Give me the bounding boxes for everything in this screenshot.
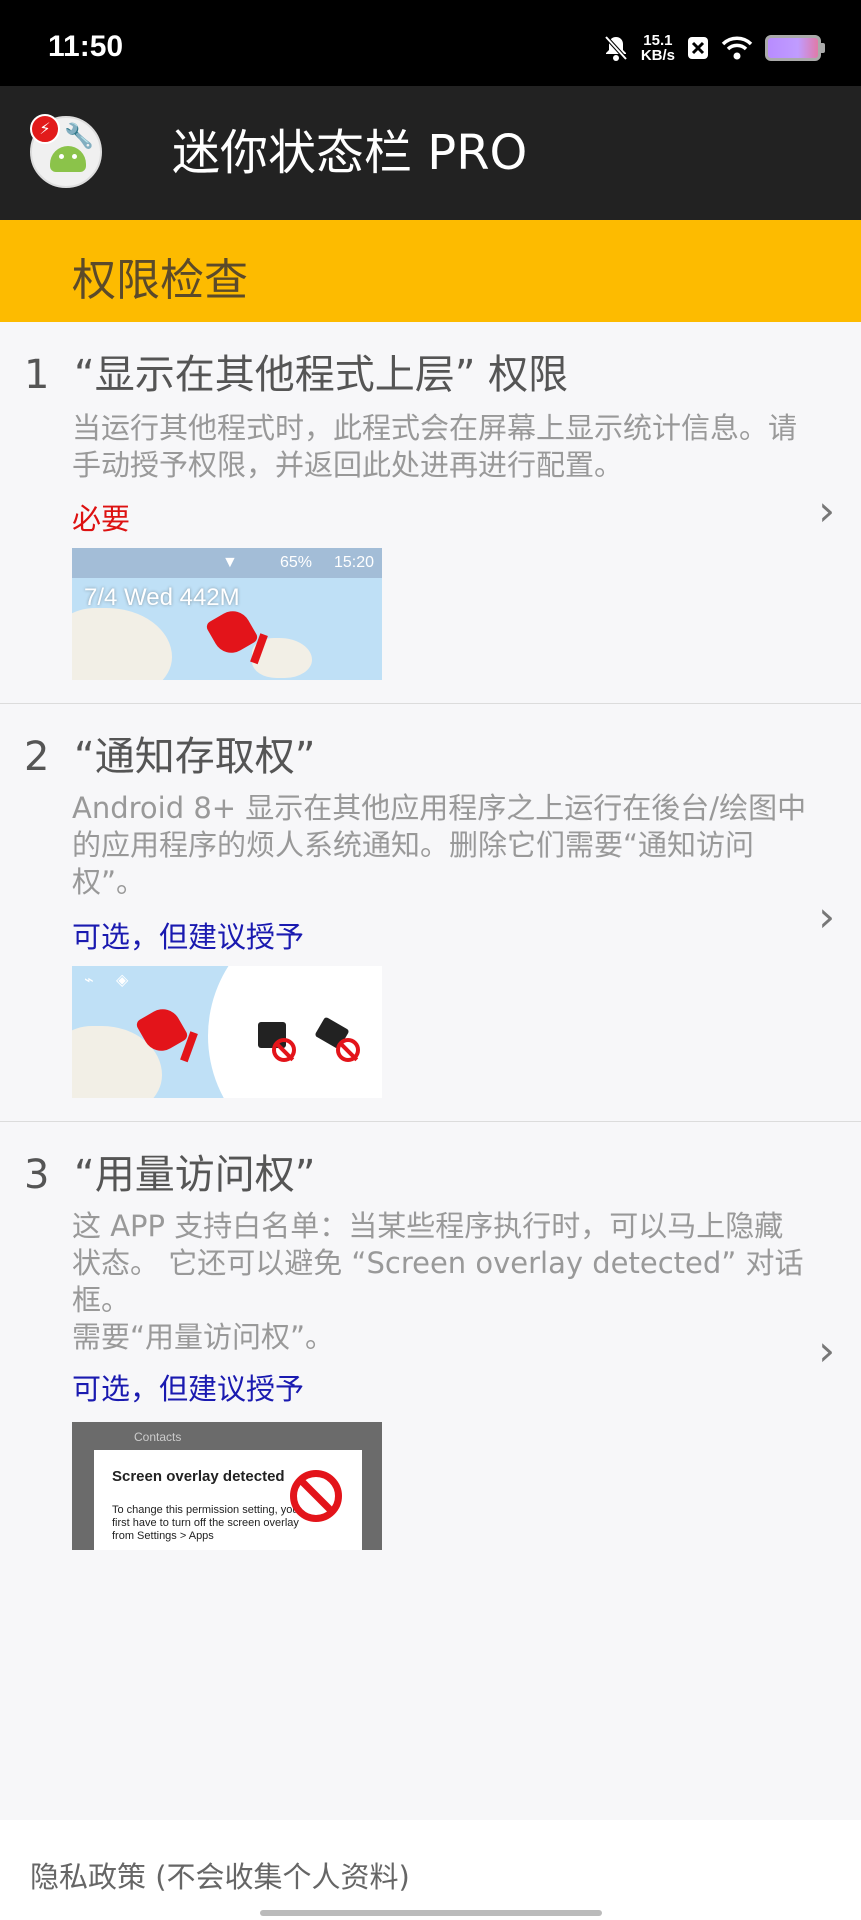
permission-number: 1 bbox=[24, 352, 50, 398]
preview-status-bar: ▼ 65% 15:20 bbox=[72, 548, 382, 578]
preview-overlay-text: 7/4 Wed 442M bbox=[84, 584, 240, 611]
preview-dialog-title: Screen overlay detected bbox=[112, 1468, 285, 1485]
block-icon bbox=[336, 1038, 360, 1062]
permission-status: 可选，但建议授予 bbox=[72, 920, 305, 954]
app-bar: 🔧 ⚡ 迷你状态栏 PRO bbox=[0, 86, 861, 220]
preview-dialog-body: To change this permission setting, you f… bbox=[112, 1504, 299, 1542]
permission-title: 2 “通知存取权” bbox=[24, 724, 315, 782]
app-logo: 🔧 ⚡ bbox=[30, 114, 102, 188]
net-speed-value: 15.1 bbox=[643, 32, 673, 49]
home-indicator[interactable] bbox=[260, 1910, 602, 1916]
status-time: 11:50 bbox=[48, 30, 124, 63]
screen-overlay-preview-image: Contacts Screen overlay detected To chan… bbox=[72, 1422, 382, 1550]
preview-circle bbox=[208, 966, 382, 1098]
permission-description: Android 8+ 显示在其他应用程序之上运行在後台/绘图中的应用程序的烦人系… bbox=[72, 791, 807, 899]
app-title: 迷你状态栏 PRO bbox=[172, 125, 528, 181]
overlay-preview-image: ▼ 65% 15:20 7/4 Wed 442M bbox=[72, 548, 382, 680]
preview-time-text: 15:20 bbox=[334, 554, 375, 571]
x-box-icon bbox=[688, 37, 708, 59]
footer: 隐私政策 (不会收集个人资料) bbox=[0, 1820, 861, 1920]
permission-status: 可选，但建议授予 bbox=[72, 1372, 305, 1406]
permission-title-text: “显示在其他程式上层” 权限 bbox=[74, 352, 569, 398]
preview-contacts-label: Contacts bbox=[134, 1430, 182, 1444]
permission-title: 3 “用量访问权” bbox=[24, 1142, 315, 1200]
bell-off-icon bbox=[604, 35, 628, 61]
permission-item-usage[interactable]: 3 “用量访问权” 这 APP 支持白名单：当某些程序执行时，可以马上隐藏状态。 … bbox=[0, 1122, 861, 1574]
wifi-icon: ▼ bbox=[222, 554, 238, 571]
battery-icon bbox=[765, 35, 825, 61]
layers-icon: ◈ bbox=[116, 970, 129, 989]
permission-description-line: 需要“用量访问权”。 bbox=[72, 1320, 335, 1354]
privacy-policy-link[interactable]: 隐私政策 (不会收集个人资料) bbox=[30, 1854, 410, 1896]
chevron-right-icon: › bbox=[818, 486, 835, 535]
permission-title-text: “用量访问权” bbox=[74, 1152, 316, 1198]
permission-number: 3 bbox=[24, 1152, 50, 1198]
permission-number: 2 bbox=[24, 734, 50, 780]
net-speed-unit: KB/s bbox=[640, 47, 675, 64]
status-bar: 11:50 15.1 KB/s bbox=[0, 0, 861, 86]
permission-status: 必要 bbox=[72, 502, 131, 536]
status-icons: 15.1 KB/s bbox=[603, 30, 825, 66]
net-speed: 15.1 KB/s bbox=[641, 33, 675, 63]
permission-title-text: “通知存取权” bbox=[74, 734, 316, 780]
block-icon bbox=[290, 1470, 342, 1522]
section-title: 权限检查 bbox=[72, 255, 248, 306]
alert-badge-icon: ⚡ bbox=[30, 114, 60, 144]
section-header: 权限检查 bbox=[0, 220, 861, 322]
permission-description: 这 APP 支持白名单：当某些程序执行时，可以马上隐藏状态。 它还可以避免 “S… bbox=[72, 1208, 812, 1356]
wrench-icon: 🔧 bbox=[64, 122, 94, 150]
chevron-right-icon: › bbox=[818, 892, 835, 941]
permission-item-overlay[interactable]: 1 “显示在其他程式上层” 权限 当运行其他程式时，此程式会在屏幕上显示统计信息。… bbox=[0, 322, 861, 704]
permission-item-notification[interactable]: 2 “通知存取权” Android 8+ 显示在其他应用程序之上运行在後台/绘图中… bbox=[0, 704, 861, 1122]
permission-description-line: 这 APP 支持白名单：当某些程序执行时，可以马上隐藏状态。 它还可以避免 “S… bbox=[72, 1209, 804, 1317]
wifi-icon bbox=[721, 36, 753, 60]
permission-description: 当运行其他程式时，此程式会在屏幕上显示统计信息。请手动授予权限，并返回此处进再进… bbox=[72, 411, 798, 482]
chevron-right-icon: › bbox=[818, 1326, 835, 1375]
preview-battery-text: 65% bbox=[280, 554, 313, 571]
permission-title: 1 “显示在其他程式上层” 权限 bbox=[24, 342, 568, 400]
activity-icon: ⌁ bbox=[84, 970, 94, 989]
map-land bbox=[72, 608, 172, 680]
block-icon bbox=[272, 1038, 296, 1062]
notification-preview-image: ⌁ ◈ bbox=[72, 966, 382, 1098]
